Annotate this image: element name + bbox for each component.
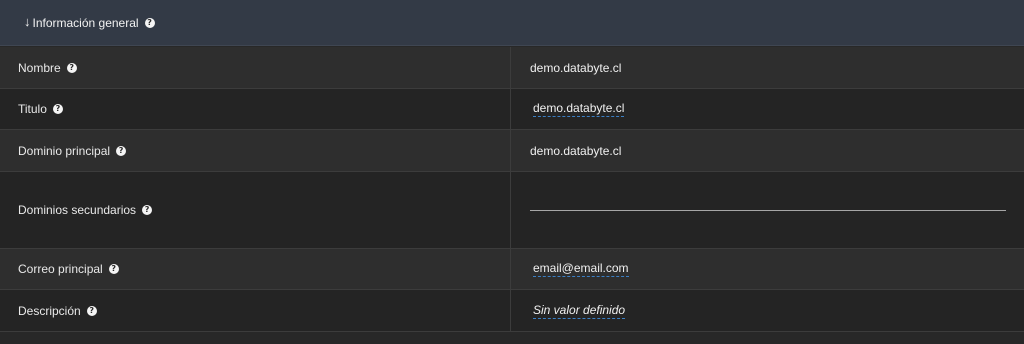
help-icon[interactable]: ?: [86, 305, 97, 316]
row-label: Titulo ?: [0, 89, 511, 129]
row-value: demo.databyte.cl: [511, 89, 1024, 129]
row-value: demo.databyte.cl: [511, 47, 1024, 88]
table-row-dominios-secundarios: Dominios secundarios ?: [0, 172, 1024, 249]
help-icon[interactable]: ?: [144, 17, 155, 28]
correo-editable-field[interactable]: email@email.com: [533, 261, 629, 277]
row-value: [511, 172, 1024, 248]
row-value: Sin valor definido: [511, 290, 1024, 331]
table-row-titulo: Titulo ? demo.databyte.cl: [0, 89, 1024, 130]
info-table: Nombre ? demo.databyte.cl Titulo ? demo.…: [0, 47, 1024, 332]
help-icon[interactable]: ?: [52, 104, 63, 114]
label-dominios-secundarios: Dominios secundarios: [18, 203, 137, 217]
dominios-secundarios-input[interactable]: [530, 209, 1006, 211]
arrow-down-icon: ↓: [24, 14, 31, 29]
table-row-descripcion: Descripción ? Sin valor definido: [0, 290, 1024, 332]
label-descripcion: Descripción: [18, 303, 81, 318]
help-icon[interactable]: ?: [108, 264, 119, 274]
row-label: Correo principal ?: [0, 249, 511, 289]
descripcion-editable-field[interactable]: Sin valor definido: [533, 303, 626, 319]
value-dominio-principal: demo.databyte.cl: [530, 143, 622, 158]
label-correo-principal: Correo principal: [18, 262, 103, 276]
row-label: Nombre ?: [0, 47, 511, 88]
label-titulo: Titulo: [18, 102, 47, 116]
table-row-dominio-principal: Dominio principal ? demo.databyte.cl: [0, 130, 1024, 172]
label-dominio-principal: Dominio principal: [18, 143, 111, 158]
section-header-toggle[interactable]: ↓ Información general ?: [0, 0, 1024, 46]
section-title: Información general: [32, 15, 139, 30]
titulo-editable-field[interactable]: demo.databyte.cl: [533, 101, 625, 117]
row-label: Descripción ?: [0, 290, 511, 331]
row-label: Dominios secundarios ?: [0, 172, 511, 248]
row-value: demo.databyte.cl: [511, 130, 1024, 171]
table-row-nombre: Nombre ? demo.databyte.cl: [0, 47, 1024, 89]
general-info-panel: ↓ Información general ? Nombre ? demo.da…: [0, 0, 1024, 344]
help-icon[interactable]: ?: [66, 62, 77, 73]
help-icon[interactable]: ?: [142, 205, 153, 215]
row-value: email@email.com: [511, 249, 1024, 289]
row-label: Dominio principal ?: [0, 130, 511, 171]
help-icon[interactable]: ?: [116, 145, 127, 156]
table-row-correo-principal: Correo principal ? email@email.com: [0, 249, 1024, 290]
value-nombre: demo.databyte.cl: [530, 60, 622, 75]
label-nombre: Nombre: [18, 60, 61, 75]
